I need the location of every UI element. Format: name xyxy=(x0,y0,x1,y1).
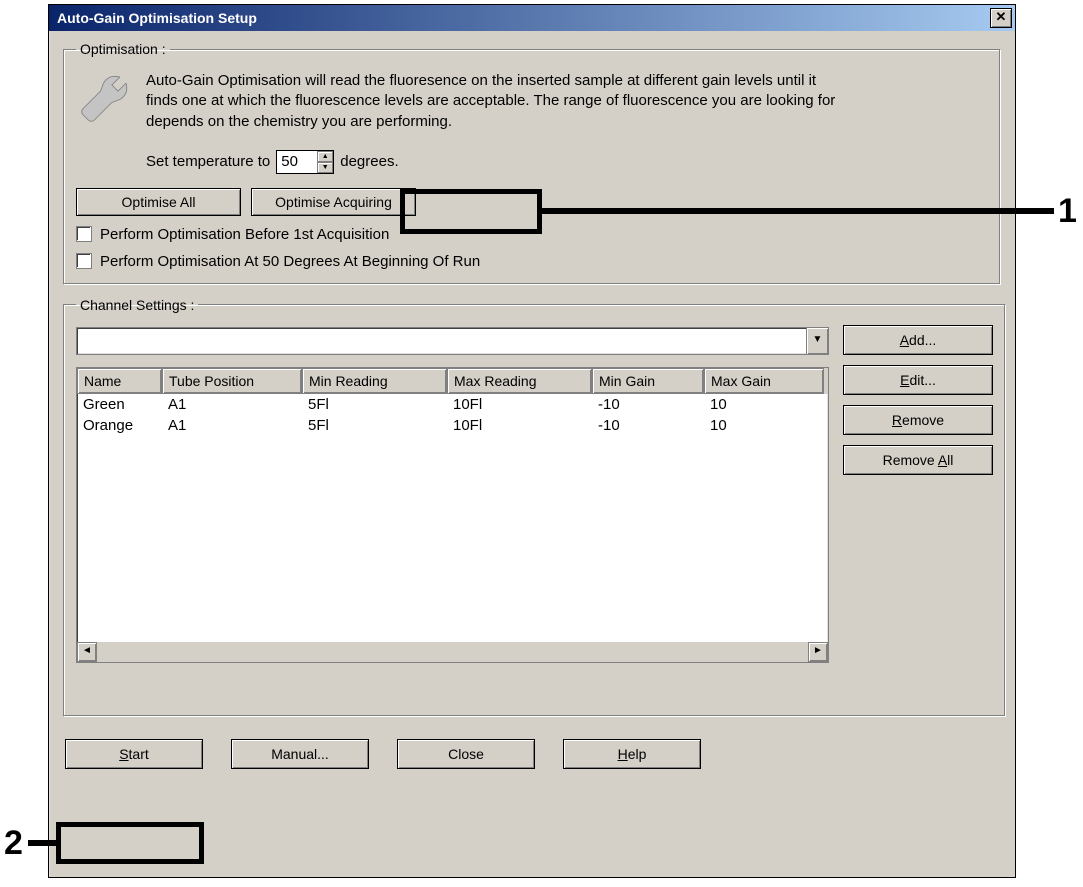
col-maxg[interactable]: Max Gain xyxy=(704,368,824,394)
optimisation-group: Optimisation : Auto-Gain Optimisation wi… xyxy=(63,41,1001,285)
optimise-acquiring-button[interactable]: Optimise Acquiring xyxy=(251,188,416,216)
table-cell: Green xyxy=(77,395,162,414)
spin-down-icon[interactable]: ▼ xyxy=(317,162,333,173)
titlebar: Auto-Gain Optimisation Setup ✕ xyxy=(49,5,1015,31)
callout-1-label: 1 xyxy=(1058,192,1077,231)
perform-before-first-label: Perform Optimisation Before 1st Acquisit… xyxy=(100,226,389,243)
temperature-spinner[interactable]: ▲ ▼ xyxy=(276,150,334,174)
help-button[interactable]: Help xyxy=(563,739,701,769)
table-row[interactable]: OrangeA15Fl10Fl-1010 xyxy=(77,415,828,436)
table-cell: 5Fl xyxy=(302,416,447,435)
optimisation-description: Auto-Gain Optimisation will read the flu… xyxy=(146,71,846,132)
perform-before-first-checkbox[interactable] xyxy=(76,226,92,242)
window-title: Auto-Gain Optimisation Setup xyxy=(57,10,257,26)
optimisation-legend: Optimisation : xyxy=(76,41,170,57)
channel-table: Name Tube Position Min Reading Max Readi… xyxy=(76,367,829,663)
col-minr[interactable]: Min Reading xyxy=(302,368,447,394)
edit-button[interactable]: Edit... xyxy=(843,365,993,395)
table-cell: 10 xyxy=(704,395,824,414)
col-ming[interactable]: Min Gain xyxy=(592,368,704,394)
scroll-left-icon[interactable]: ◄ xyxy=(77,642,97,662)
temperature-input[interactable] xyxy=(277,151,317,173)
table-cell: 5Fl xyxy=(302,395,447,414)
spin-up-icon[interactable]: ▲ xyxy=(317,151,333,162)
col-name[interactable]: Name xyxy=(77,368,162,394)
channel-settings-legend: Channel Settings : xyxy=(76,297,198,313)
channel-settings-group: Channel Settings : ▼ Name Tube Position … xyxy=(63,297,1006,717)
channel-combo[interactable]: ▼ xyxy=(76,327,829,355)
optimise-all-button[interactable]: Optimise All xyxy=(76,188,241,216)
table-body: GreenA15Fl10Fl-1010OrangeA15Fl10Fl-1010 xyxy=(77,394,828,436)
table-cell: Orange xyxy=(77,416,162,435)
scroll-right-icon[interactable]: ► xyxy=(808,642,828,662)
perform-at-50-label: Perform Optimisation At 50 Degrees At Be… xyxy=(100,253,480,270)
remove-button[interactable]: Remove xyxy=(843,405,993,435)
table-cell: A1 xyxy=(162,416,302,435)
callout-2-label: 2 xyxy=(4,824,23,863)
table-cell: -10 xyxy=(592,416,704,435)
close-button[interactable]: Close xyxy=(397,739,535,769)
table-cell: -10 xyxy=(592,395,704,414)
dialog-window: Auto-Gain Optimisation Setup ✕ Optimisat… xyxy=(48,4,1016,878)
temp-suffix: degrees. xyxy=(340,153,398,170)
manual-button[interactable]: Manual... xyxy=(231,739,369,769)
close-icon[interactable]: ✕ xyxy=(990,8,1012,28)
start-button[interactable]: Start xyxy=(65,739,203,769)
col-maxr[interactable]: Max Reading xyxy=(447,368,592,394)
chevron-down-icon[interactable]: ▼ xyxy=(806,328,828,354)
callout-2-line xyxy=(28,840,56,846)
callout-1-line xyxy=(542,208,1054,214)
wrench-icon xyxy=(76,71,132,127)
horizontal-scrollbar[interactable]: ◄ ► xyxy=(77,642,828,662)
table-header: Name Tube Position Min Reading Max Readi… xyxy=(77,368,828,394)
temperature-row: Set temperature to ▲ ▼ degrees. xyxy=(146,150,846,174)
add-button[interactable]: Add... xyxy=(843,325,993,355)
table-row[interactable]: GreenA15Fl10Fl-1010 xyxy=(77,394,828,415)
col-tube[interactable]: Tube Position xyxy=(162,368,302,394)
dialog-body: Optimisation : Auto-Gain Optimisation wi… xyxy=(49,31,1015,783)
footer-buttons: Start Manual... Close Help xyxy=(63,739,1001,769)
table-cell: 10Fl xyxy=(447,416,592,435)
temp-prefix: Set temperature to xyxy=(146,153,270,170)
remove-all-button[interactable]: Remove All xyxy=(843,445,993,475)
table-cell: 10 xyxy=(704,416,824,435)
table-cell: 10Fl xyxy=(447,395,592,414)
table-cell: A1 xyxy=(162,395,302,414)
perform-at-50-checkbox[interactable] xyxy=(76,253,92,269)
